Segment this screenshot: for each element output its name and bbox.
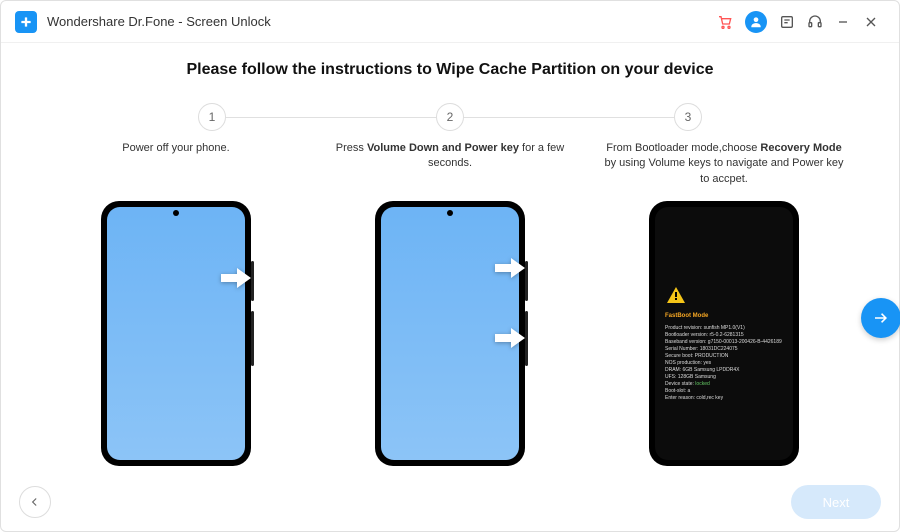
step-3-caption: From Bootloader mode,choose Recovery Mod…: [599, 141, 849, 187]
step-1-caption: Power off your phone.: [51, 141, 301, 187]
window-title: Wondershare Dr.Fone - Screen Unlock: [47, 14, 271, 29]
step-1-badge: 1: [198, 103, 226, 131]
phone-illustration-2: [375, 201, 525, 466]
feedback-icon[interactable]: [773, 8, 801, 36]
support-icon[interactable]: [801, 8, 829, 36]
step-2-badge: 2: [436, 103, 464, 131]
bootloader-text: FastBoot Mode Product revision: sunfish …: [665, 312, 783, 401]
page-heading: Please follow the instructions to Wipe C…: [31, 61, 869, 79]
step-connector: [226, 117, 436, 118]
user-icon[interactable]: [745, 11, 767, 33]
step-connector: [464, 117, 674, 118]
arrow-icon: [219, 266, 253, 290]
arrow-icon: [493, 326, 527, 350]
phone-illustration-3: FastBoot Mode Product revision: sunfish …: [649, 201, 799, 466]
warning-icon: [667, 287, 685, 308]
phone-illustration-1: [101, 201, 251, 466]
next-fab-button[interactable]: [861, 298, 900, 338]
back-button[interactable]: [19, 486, 51, 518]
next-button[interactable]: Next: [791, 485, 881, 519]
arrow-icon: [493, 256, 527, 280]
step-3-badge: 3: [674, 103, 702, 131]
step-2-caption: Press Volume Down and Power key for a fe…: [325, 141, 575, 187]
minimize-button[interactable]: [829, 8, 857, 36]
close-button[interactable]: [857, 8, 885, 36]
app-logo: [15, 11, 37, 33]
cart-icon[interactable]: [711, 8, 739, 36]
